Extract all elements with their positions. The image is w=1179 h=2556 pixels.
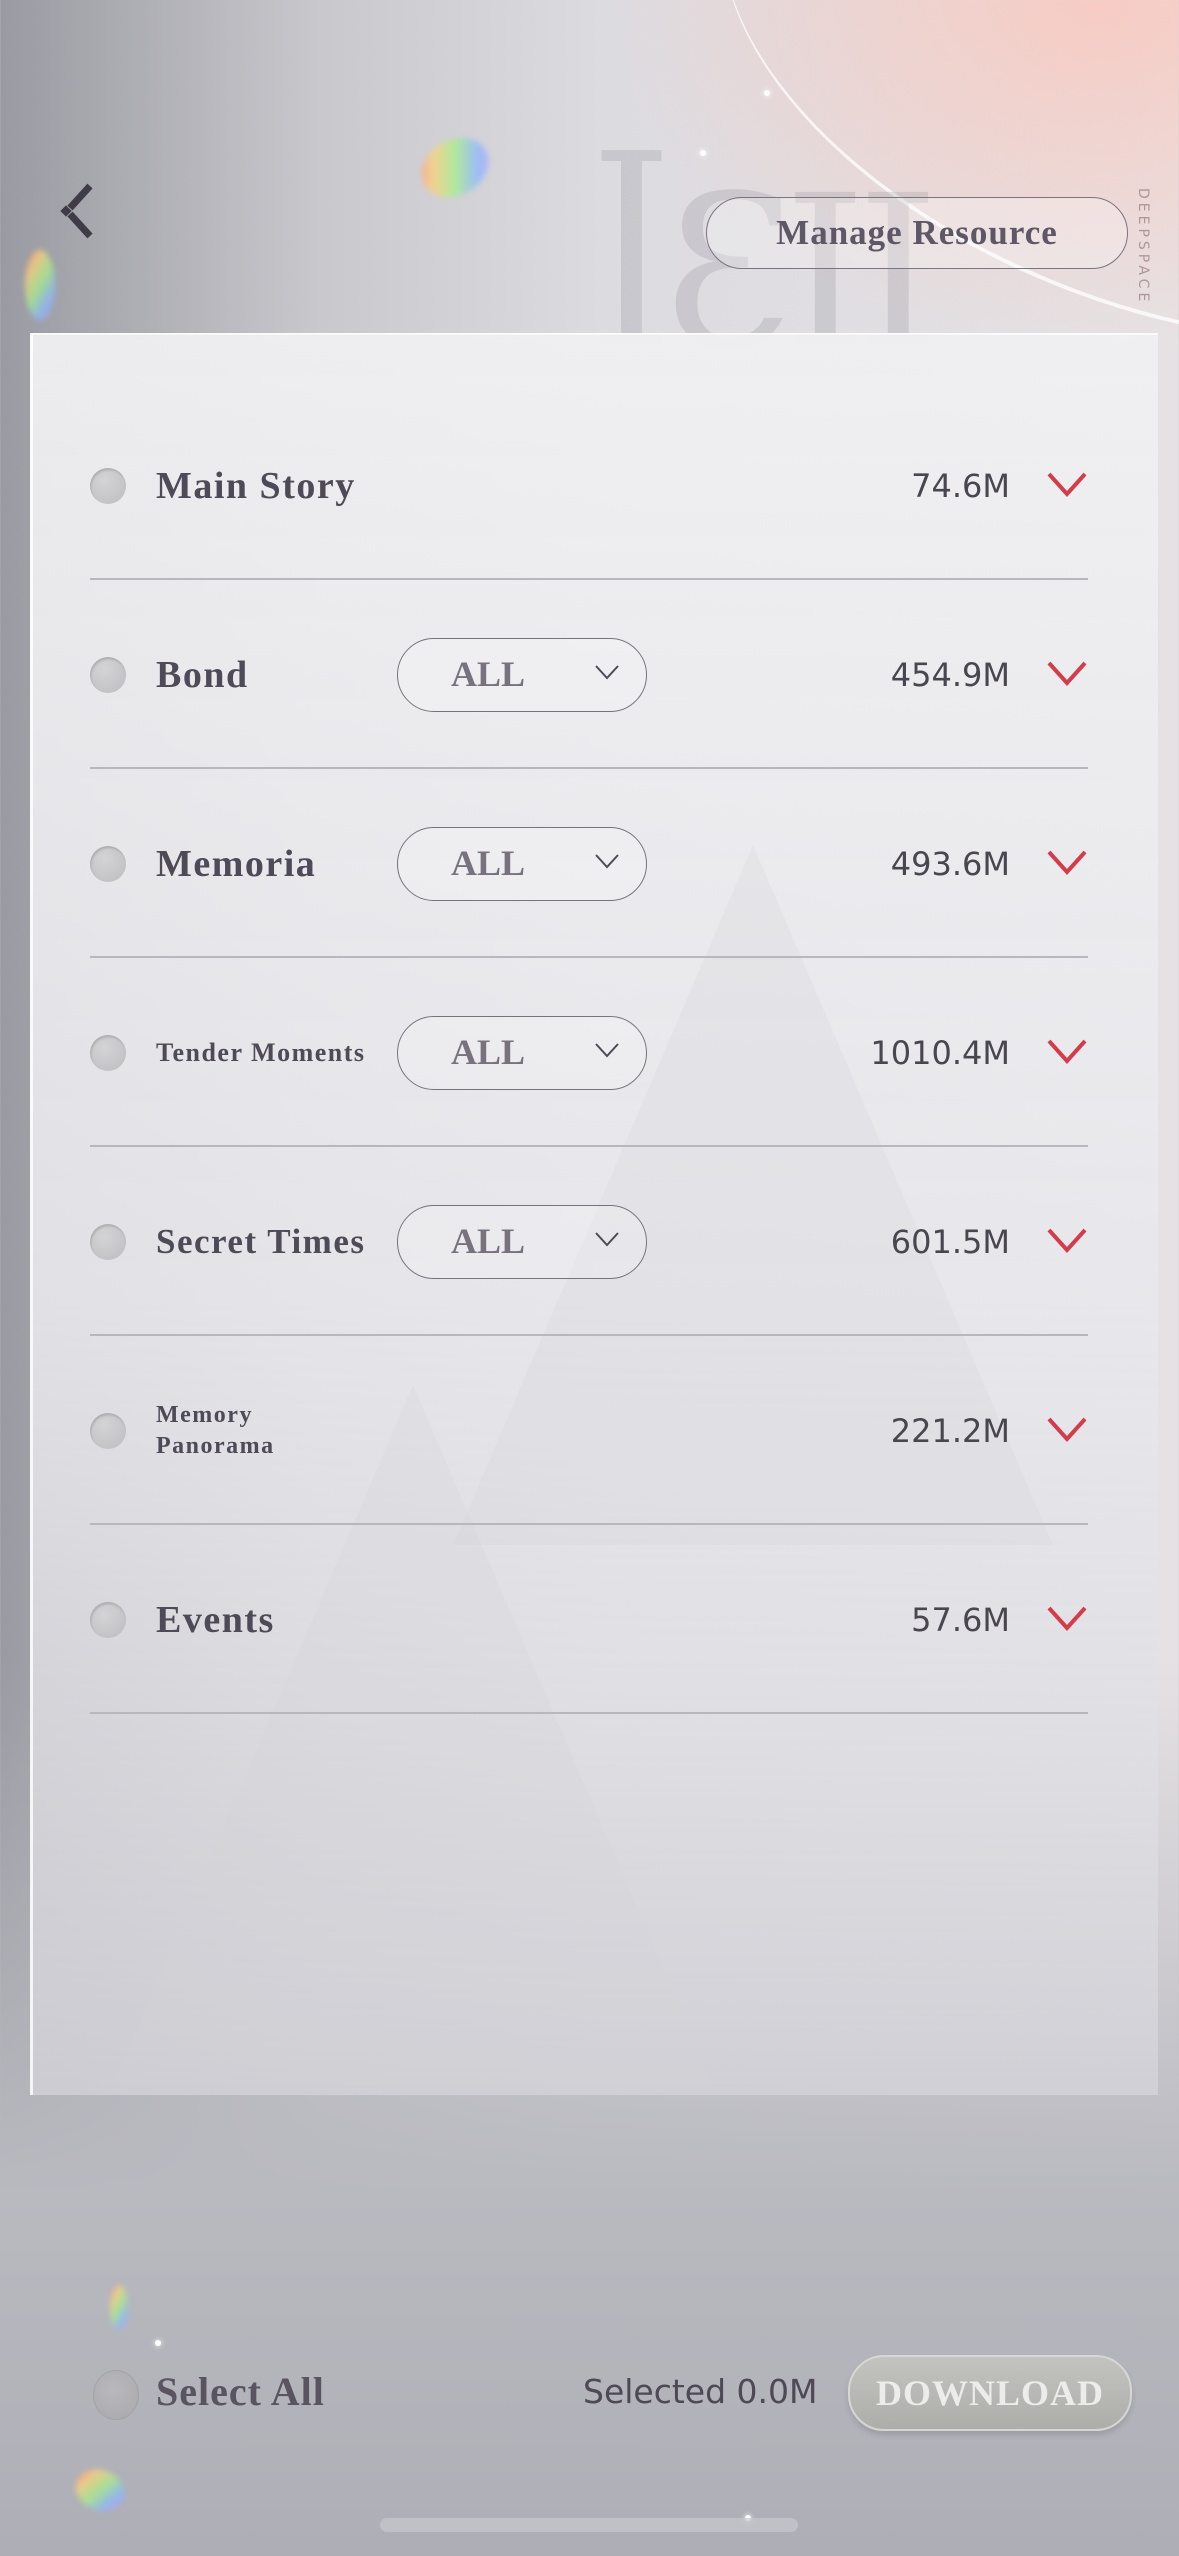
expand-button[interactable] — [1046, 1409, 1088, 1451]
select-radio[interactable] — [90, 1223, 126, 1260]
back-button[interactable] — [48, 180, 108, 240]
selected-size-text: Selected 0.0M — [583, 2372, 818, 2411]
chevron-down-icon — [1047, 1606, 1087, 1631]
select-all-label[interactable]: Select All — [156, 2368, 325, 2415]
row-divider — [90, 1712, 1088, 1714]
row-label-line2: Panorama — [156, 1432, 275, 1459]
resource-row-bond: Bond ALL 454.9M — [90, 580, 1088, 769]
row-label-line1: Memory — [156, 1401, 253, 1428]
row-size: 57.6M — [911, 1600, 1010, 1639]
chevron-down-icon — [1047, 1228, 1087, 1253]
chevron-down-icon — [595, 1231, 619, 1246]
row-size: 601.5M — [890, 1222, 1010, 1261]
resource-row-main-story: Main Story 74.6M — [90, 391, 1088, 580]
row-size: 493.6M — [890, 844, 1010, 883]
filter-dropdown[interactable]: ALL — [397, 637, 647, 712]
chevron-down-icon — [595, 1042, 619, 1057]
expand-button[interactable] — [1046, 464, 1088, 506]
resource-row-events: Events 57.6M — [90, 1525, 1088, 1714]
row-label: Secret Times — [156, 1221, 366, 1261]
row-label: Tender Moments — [156, 1037, 366, 1067]
row-label: Bond — [156, 653, 249, 696]
manage-resource-button[interactable]: Manage Resource — [706, 197, 1128, 269]
filter-dropdown[interactable]: ALL — [397, 1015, 647, 1090]
row-label: Events — [156, 1598, 275, 1641]
filter-dropdown[interactable]: ALL — [397, 1204, 647, 1279]
filter-dropdown[interactable]: ALL — [397, 826, 647, 901]
filter-value: ALL — [450, 653, 526, 694]
expand-button[interactable] — [1046, 1031, 1088, 1073]
select-all-radio[interactable] — [93, 2370, 139, 2420]
row-label: Main Story — [156, 464, 356, 507]
select-radio[interactable] — [90, 656, 126, 693]
chevron-down-icon — [1047, 472, 1087, 497]
row-label: Memoria — [156, 842, 317, 885]
row-size: 1010.4M — [870, 1033, 1010, 1072]
chevron-down-icon — [595, 664, 619, 679]
resource-row-memoria: Memoria ALL 493.6M — [90, 769, 1088, 958]
filter-value: ALL — [450, 842, 526, 883]
chevron-down-icon — [1047, 1039, 1087, 1064]
resource-row-secret-times: Secret Times ALL 601.5M — [90, 1147, 1088, 1336]
row-size: 74.6M — [911, 466, 1010, 505]
chevron-down-icon — [1047, 1417, 1087, 1442]
filter-value: ALL — [450, 1031, 526, 1072]
chevron-down-icon — [595, 853, 619, 868]
home-indicator[interactable] — [380, 2518, 798, 2532]
back-chevron-icon — [60, 183, 93, 239]
sparkle — [764, 90, 770, 96]
expand-button[interactable] — [1046, 653, 1088, 695]
resource-row-tender-moments: Tender Moments ALL 1010.4M — [90, 958, 1088, 1147]
download-button[interactable]: DOWNLOAD — [848, 2355, 1132, 2431]
light-flare — [25, 250, 55, 320]
row-label: Memory Panorama — [156, 1400, 336, 1462]
select-radio[interactable] — [90, 1601, 126, 1638]
sparkle — [155, 2340, 161, 2346]
filter-value: ALL — [450, 1220, 526, 1261]
select-radio[interactable] — [90, 845, 126, 882]
chevron-down-icon — [1047, 850, 1087, 875]
row-size: 221.2M — [890, 1411, 1010, 1450]
resource-row-memory-panorama: Memory Panorama 221.2M — [90, 1336, 1088, 1525]
expand-button[interactable] — [1046, 1220, 1088, 1262]
select-radio[interactable] — [90, 1034, 126, 1071]
sparkle — [700, 150, 706, 156]
expand-button[interactable] — [1046, 842, 1088, 884]
select-radio[interactable] — [90, 467, 126, 504]
select-radio[interactable] — [90, 1412, 126, 1449]
expand-button[interactable] — [1046, 1598, 1088, 1640]
chevron-down-icon — [1047, 661, 1087, 686]
light-flare — [410, 126, 500, 209]
light-flare — [110, 2285, 128, 2330]
brand-vertical-text: DEEPSPACE — [1135, 188, 1151, 306]
row-size: 454.9M — [890, 655, 1010, 694]
